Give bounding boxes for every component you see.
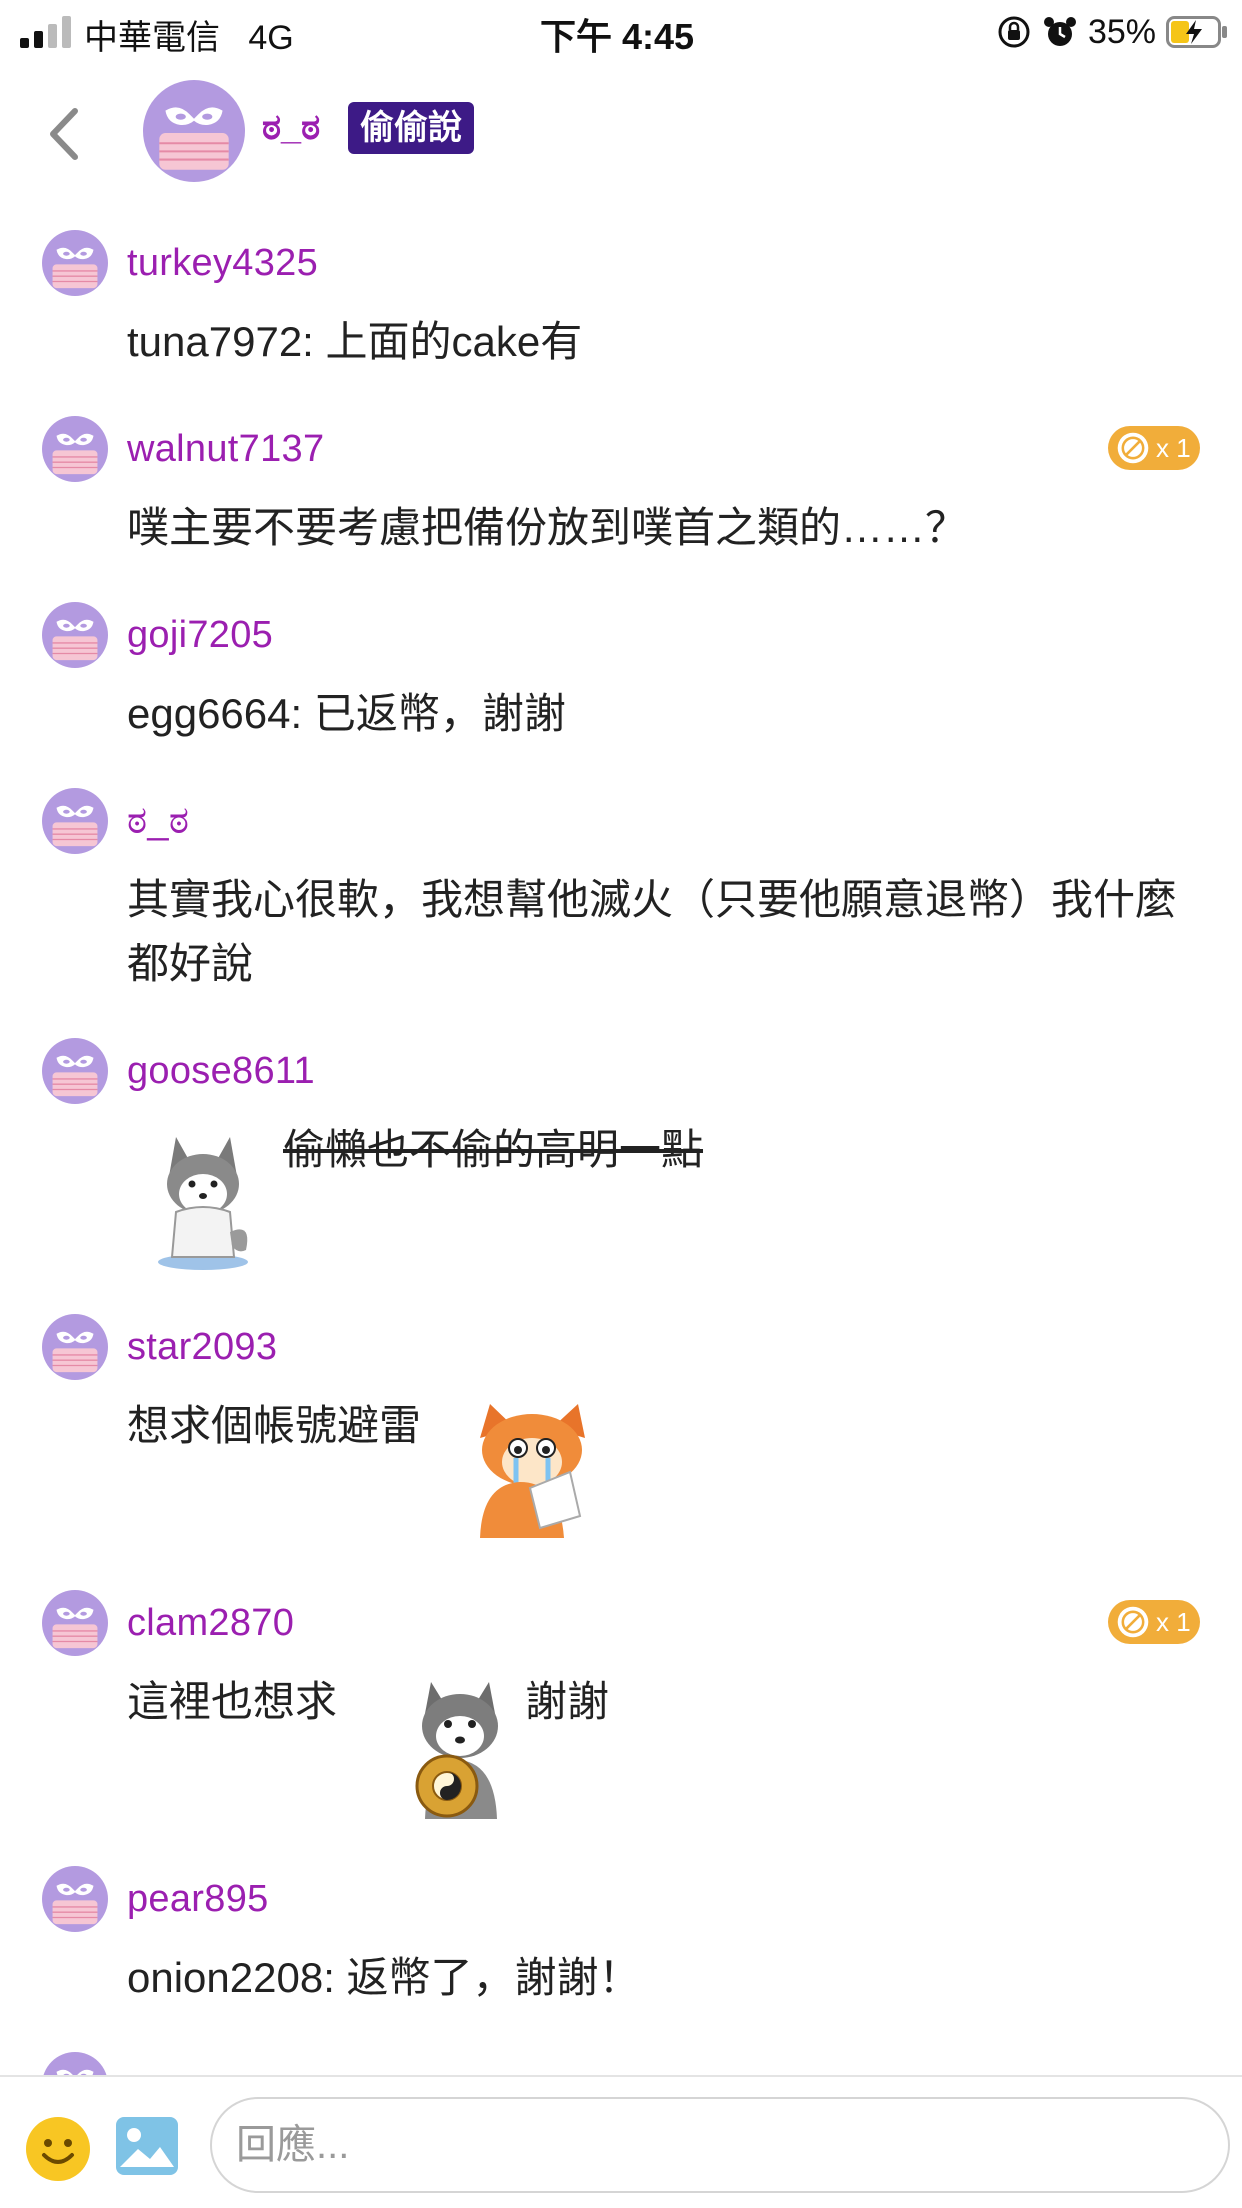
back-button[interactable] bbox=[36, 102, 92, 166]
plurk-header: ಠ_ಠ 偷偷說 bbox=[0, 64, 1242, 204]
chevron-left-icon bbox=[50, 108, 78, 160]
image-icon[interactable] bbox=[114, 2115, 180, 2177]
battery-charging-icon bbox=[1166, 16, 1227, 48]
response-text: 其實我心很軟，我想幫他滅火（只要他願意退幣）我什麼都好說 bbox=[127, 876, 1178, 987]
username[interactable]: clam2870 bbox=[127, 1602, 294, 1645]
username[interactable]: ಠ_ಠ bbox=[127, 800, 189, 843]
husky-sitting-sticker[interactable] bbox=[148, 1122, 258, 1272]
response-item: clam2870 x 1 這裡也想求 謝謝 bbox=[0, 1574, 1242, 1844]
husky-with-coin-sticker[interactable] bbox=[405, 1674, 515, 1819]
coin-count: x 1 bbox=[1156, 432, 1191, 463]
reply-bar bbox=[0, 2075, 1242, 2208]
response-item: star2093 想求個帳號避雷 bbox=[0, 1298, 1242, 1568]
coin-badge[interactable]: x 1 bbox=[1108, 1600, 1200, 1644]
user-avatar[interactable] bbox=[42, 1038, 108, 1104]
user-avatar[interactable] bbox=[42, 2052, 108, 2076]
response-text: 偷懶也不偷的高明一點 bbox=[283, 1126, 704, 1173]
response-text-after: 謝謝 bbox=[525, 1678, 610, 1725]
response-item-partial bbox=[0, 2036, 1242, 2076]
status-icons: 35% bbox=[996, 10, 1228, 54]
network-type: 4G bbox=[248, 19, 294, 57]
response-item: walnut7137 x 1 噗主要不要考慮把備份放到噗首之類的……？ bbox=[0, 400, 1242, 580]
response-text: tuna7972: 上面的cake有 bbox=[127, 318, 583, 365]
username[interactable]: turkey4325 bbox=[127, 242, 318, 285]
user-avatar[interactable] bbox=[42, 230, 108, 296]
response-item: goji7205 egg6664: 已返幣，謝謝 bbox=[0, 586, 1242, 766]
smiley-icon[interactable] bbox=[24, 2115, 92, 2183]
coin-icon bbox=[1116, 1605, 1150, 1639]
username[interactable]: goji7205 bbox=[127, 614, 273, 657]
response-text: 噗主要不要考慮把備份放到噗首之類的……？ bbox=[127, 504, 968, 551]
username[interactable]: star2093 bbox=[127, 1326, 277, 1369]
status-bar: 中華電信 4G 下午 4:45 35% bbox=[0, 0, 1242, 64]
alarm-icon bbox=[1043, 17, 1076, 46]
rotation-lock-icon bbox=[998, 16, 1030, 48]
coin-badge[interactable]: x 1 bbox=[1108, 426, 1200, 470]
clock: 下午 4:45 bbox=[540, 16, 695, 57]
crying-fox-sticker[interactable] bbox=[460, 1398, 605, 1538]
user-avatar[interactable] bbox=[42, 602, 108, 668]
response-text: egg6664: 已返幣，謝謝 bbox=[127, 690, 566, 737]
user-avatar[interactable] bbox=[42, 1866, 108, 1932]
signal-icon bbox=[20, 16, 71, 48]
coin-count: x 1 bbox=[1156, 1606, 1191, 1637]
user-avatar[interactable] bbox=[42, 788, 108, 854]
user-avatar[interactable] bbox=[42, 1314, 108, 1380]
response-item: pear895 onion2208: 返幣了，謝謝！ bbox=[0, 1850, 1242, 2030]
reply-input[interactable] bbox=[210, 2097, 1230, 2193]
coin-icon bbox=[1116, 431, 1150, 465]
user-avatar[interactable] bbox=[42, 1590, 108, 1656]
author-name[interactable]: ಠ_ಠ bbox=[262, 106, 320, 149]
response-item: turkey4325 tuna7972: 上面的cake有 bbox=[0, 214, 1242, 394]
battery-percent: 35% bbox=[1087, 12, 1156, 51]
response-text: 這裡也想求 bbox=[127, 1678, 338, 1725]
response-text: onion2208: 返幣了，謝謝！ bbox=[127, 1954, 641, 2001]
user-avatar[interactable] bbox=[42, 416, 108, 482]
author-avatar[interactable] bbox=[143, 80, 245, 182]
response-item: goose8611 偷懶也不偷的高明一點 bbox=[0, 1022, 1242, 1292]
anonymous-badge: 偷偷說 bbox=[348, 102, 474, 154]
response-text: 想求個帳號避雷 bbox=[127, 1402, 422, 1449]
username[interactable]: goose8611 bbox=[127, 1050, 315, 1093]
username[interactable]: pear895 bbox=[127, 1878, 269, 1921]
carrier-label: 中華電信 4G bbox=[84, 19, 294, 57]
username[interactable]: walnut7137 bbox=[127, 428, 324, 471]
response-item: ಠ_ಠ 其實我心很軟，我想幫他滅火（只要他願意退幣）我什麼都好說 bbox=[0, 772, 1242, 1012]
